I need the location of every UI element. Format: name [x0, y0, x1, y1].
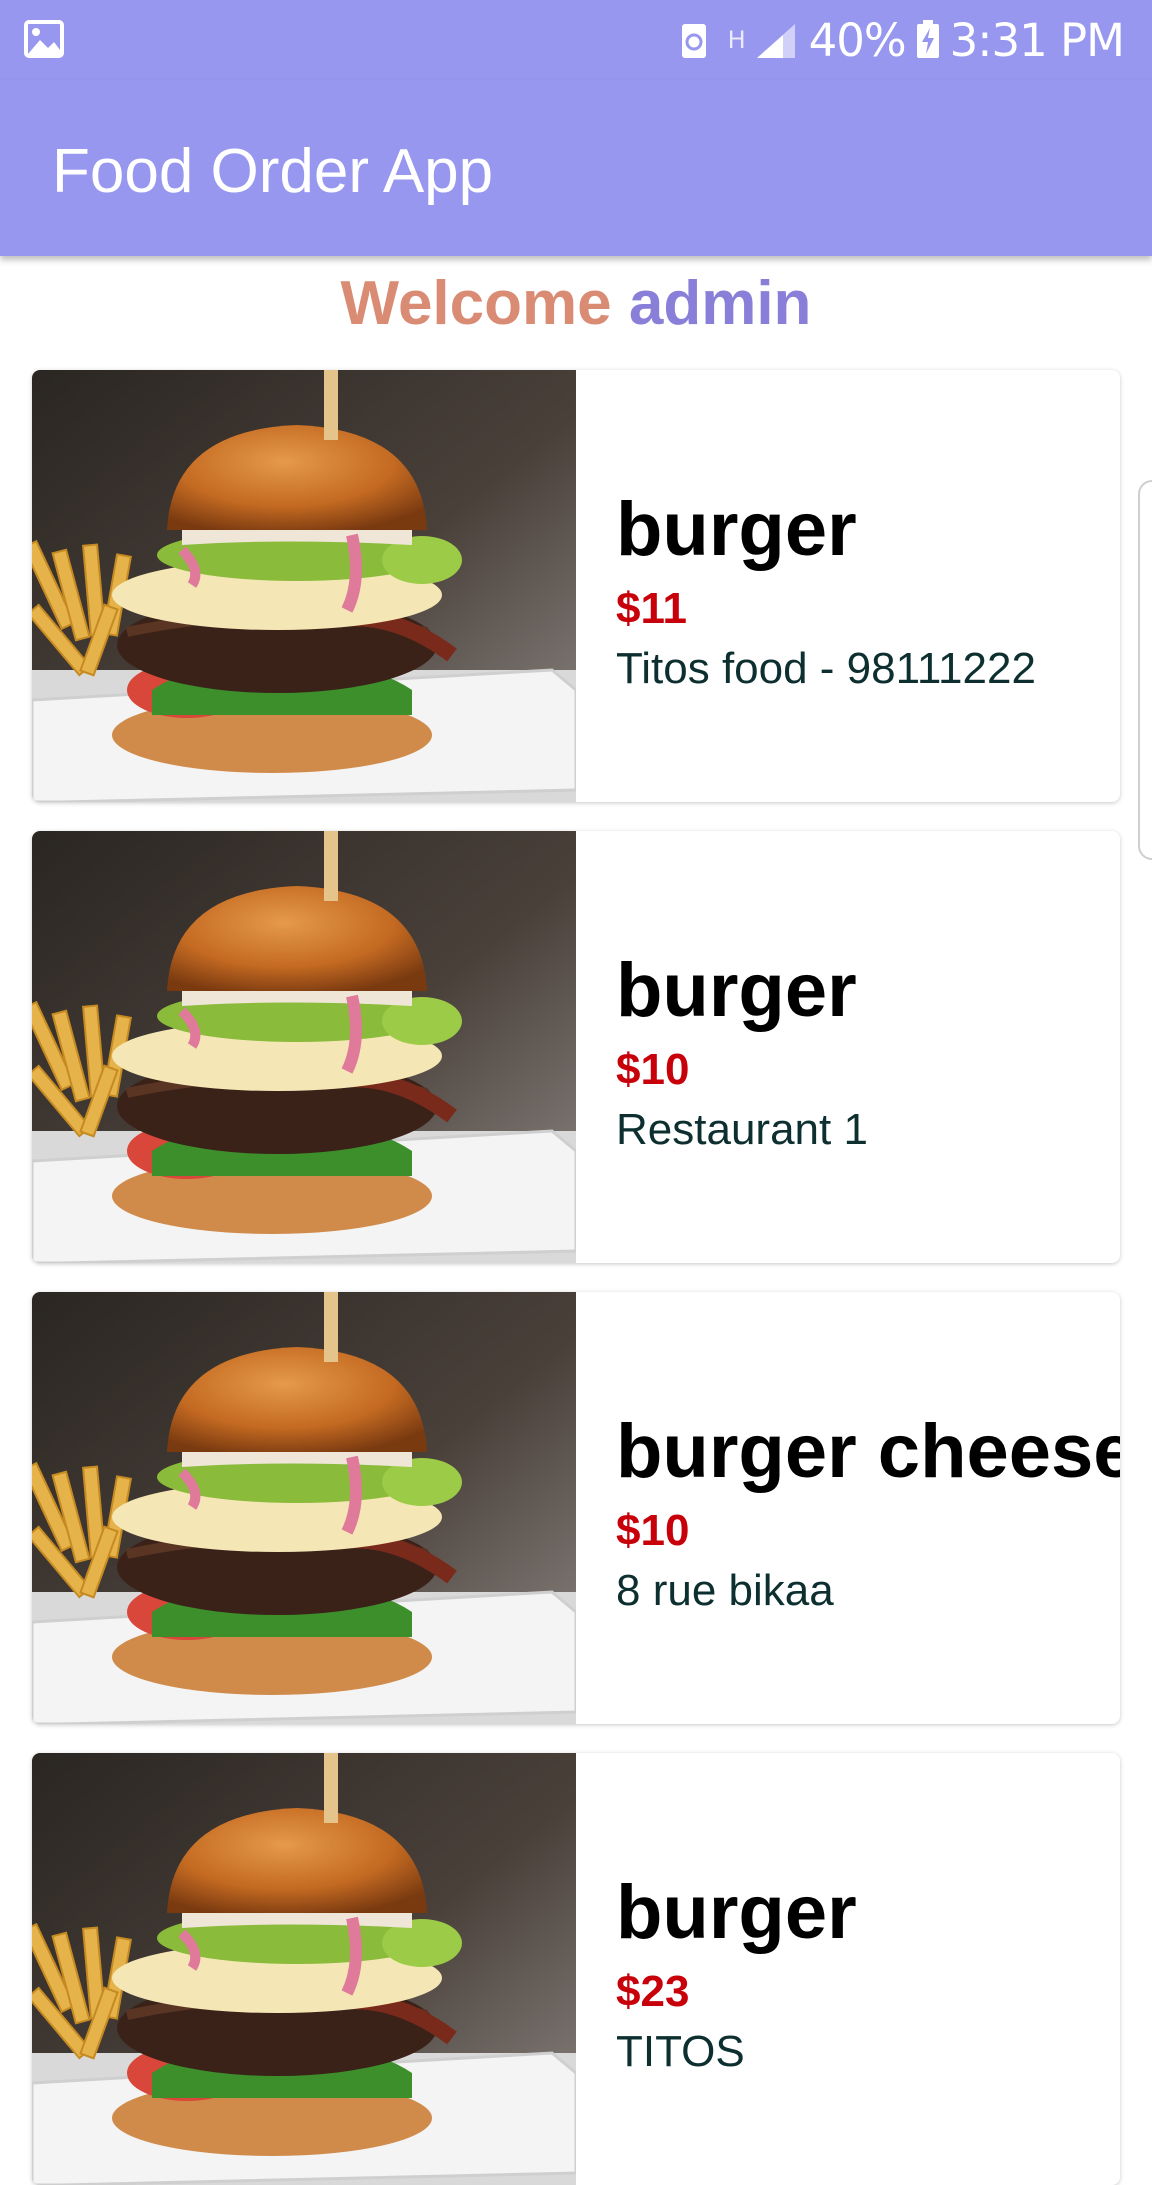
- status-bar-right: H 40% 3:31 PM: [680, 10, 1125, 70]
- welcome-username: admin: [628, 269, 812, 338]
- food-price: $11: [616, 584, 687, 633]
- burger-photo: [32, 370, 576, 802]
- food-price: $23: [616, 1967, 690, 2016]
- food-card[interactable]: burger $10 Restaurant 1: [32, 831, 1120, 1263]
- food-name: burger: [616, 487, 857, 572]
- signal-icon: [756, 24, 795, 58]
- app-bar: Food Order App: [0, 80, 1152, 256]
- burger-photo: [32, 1753, 576, 2185]
- battery-charging-icon: [916, 20, 939, 58]
- food-name: burger: [616, 1870, 857, 1955]
- burger-photo: [32, 1292, 576, 1724]
- burger-photo: [32, 831, 576, 1263]
- food-restaurant: TITOS: [616, 2027, 745, 2076]
- scroll-handle[interactable]: [1138, 480, 1152, 860]
- battery-percent: 40%: [808, 13, 907, 67]
- food-card[interactable]: burger $23 TITOS: [32, 1753, 1120, 2185]
- food-card-info: burger $11 Titos food - 98111222: [616, 370, 1116, 802]
- network-h-icon: H: [727, 26, 746, 54]
- app-title: Food Order App: [52, 137, 494, 206]
- status-time: 3:31 PM: [949, 13, 1125, 67]
- food-restaurant: Titos food - 98111222: [616, 644, 1036, 693]
- food-card[interactable]: burger cheese $10 8 rue bikaa: [32, 1292, 1120, 1724]
- food-restaurant: Restaurant 1: [616, 1105, 868, 1154]
- welcome-message: Welcome admin: [0, 268, 1152, 339]
- food-card-info: burger $10 Restaurant 1: [616, 831, 1116, 1263]
- food-name: burger: [616, 948, 857, 1033]
- sync-icon: [681, 24, 706, 58]
- food-restaurant: 8 rue bikaa: [616, 1566, 834, 1615]
- food-name: burger cheese: [616, 1409, 1120, 1494]
- food-card-info: burger $23 TITOS: [616, 1753, 1116, 2185]
- gallery-icon: [24, 20, 64, 58]
- status-bar: H 40% 3:31 PM: [0, 0, 1152, 80]
- food-price: $10: [616, 1506, 690, 1555]
- food-card-info: burger cheese $10 8 rue bikaa: [616, 1292, 1120, 1724]
- food-card[interactable]: burger $11 Titos food - 98111222: [32, 370, 1120, 802]
- welcome-prefix: Welcome: [340, 269, 629, 338]
- food-price: $10: [616, 1045, 690, 1094]
